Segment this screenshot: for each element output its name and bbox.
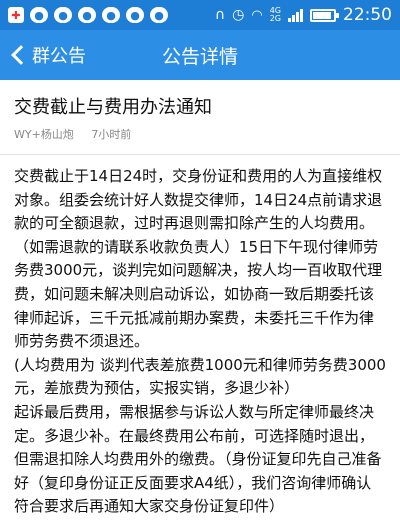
battery-level	[313, 11, 331, 19]
notification-icons: ✚ ● ● ● ● ● ●	[8, 7, 168, 23]
wechat-icon: ●	[150, 7, 168, 23]
wechat-icon: ●	[126, 7, 144, 23]
news-icon: ✚	[8, 7, 24, 23]
signal-icon	[288, 8, 303, 22]
back-button[interactable]: 群公告	[0, 30, 86, 80]
notice-header: 交费截止与费用办法通知 WY+杨山炮 7小时前	[0, 80, 400, 155]
qq-icon: ●	[30, 7, 48, 23]
back-label: 群公告	[32, 46, 86, 67]
clock: 22:50	[343, 5, 392, 25]
back-arrow-icon	[11, 45, 31, 65]
headset-icon: ∩	[214, 7, 226, 23]
notice-author: WY+杨山炮	[14, 128, 74, 141]
notice-body: 交费截止于14日24时，交身份证和费用的人为直接维权对象。组委会统计好人数提交律…	[14, 167, 386, 516]
title-bar: 群公告 公告详情	[0, 30, 400, 80]
notice-title: 交费截止与费用办法通知	[14, 97, 212, 118]
wechat-icon: ●	[102, 7, 120, 23]
alarm-icon: ◷	[232, 7, 245, 23]
battery-icon	[310, 8, 339, 22]
wifi-icon: ◠	[251, 7, 263, 23]
qq-icon: ●	[78, 7, 96, 23]
status-bar: ✚ ● ● ● ● ● ● ∩ ◷ ◠ 4G 2G 22:50	[0, 0, 400, 30]
notice-time: 7小时前	[91, 128, 132, 141]
notice-meta: WY+杨山炮 7小时前	[14, 126, 386, 142]
network-type-label: 4G 2G	[269, 6, 281, 23]
qq-icon: ●	[54, 7, 72, 23]
notice-detail: 交费截止与费用办法通知 WY+杨山炮 7小时前 交费截止于14日24时，交身份证…	[0, 80, 400, 531]
